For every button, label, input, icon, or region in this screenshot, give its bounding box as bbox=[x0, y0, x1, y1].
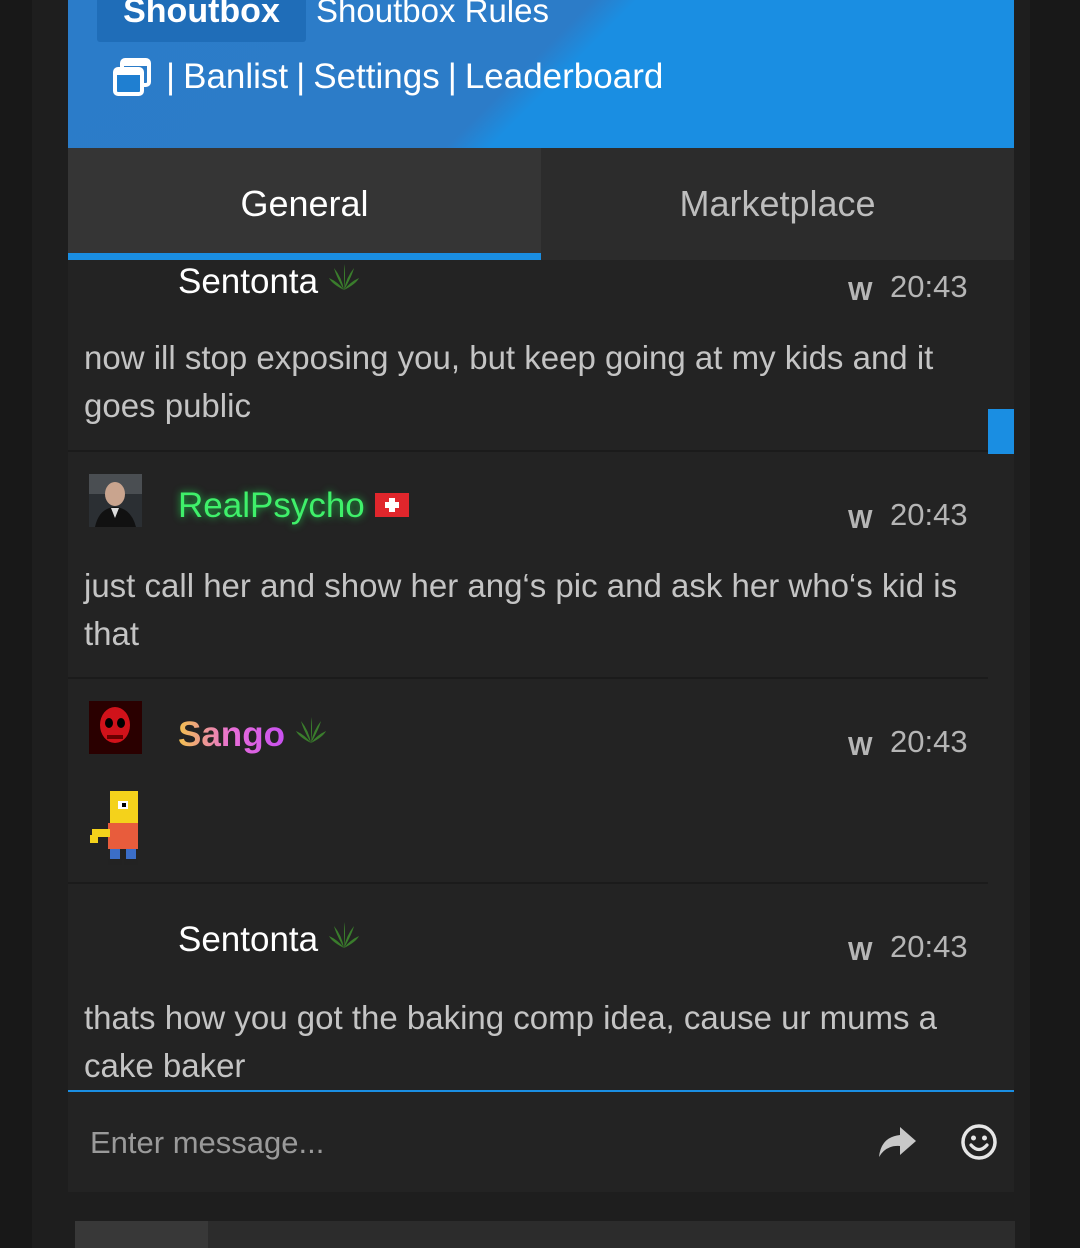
emoji-icon[interactable] bbox=[960, 1123, 998, 1161]
message-text: thats how you got the baking comp idea, … bbox=[84, 999, 937, 1084]
username-text: Sentonta bbox=[178, 919, 319, 959]
avatar[interactable] bbox=[89, 701, 142, 754]
message-input[interactable] bbox=[88, 1110, 852, 1176]
tab-general[interactable]: General bbox=[68, 148, 541, 260]
popout-window-icon[interactable] bbox=[112, 57, 152, 97]
message-text: just call her and show her ang‘s pic and… bbox=[84, 567, 958, 652]
banlist-link[interactable]: Banlist bbox=[183, 57, 288, 97]
username[interactable]: Sentonta bbox=[178, 260, 360, 303]
message-time: 20:43 bbox=[890, 724, 968, 759]
username-text: RealPsycho bbox=[178, 486, 365, 525]
bottom-toolbar bbox=[75, 1221, 1015, 1248]
whisper-button[interactable]: W bbox=[848, 504, 873, 535]
send-icon[interactable] bbox=[876, 1121, 918, 1163]
message-item: Sentonta W 20:43 now ill stop exposing y… bbox=[68, 260, 988, 452]
message-list[interactable]: Sentonta W 20:43 now ill stop exposing y… bbox=[68, 260, 1014, 1090]
message-item: Sango W 20:43 bbox=[68, 679, 988, 884]
shoutbox-rules-link[interactable]: Shoutbox Rules bbox=[316, 0, 549, 36]
link-separator: | bbox=[166, 57, 176, 96]
link-separator: | bbox=[447, 57, 457, 96]
message-input-bar bbox=[68, 1090, 1014, 1192]
channel-tabs: General Marketplace bbox=[68, 148, 1014, 260]
swiss-flag-icon bbox=[374, 486, 409, 526]
header-links: | Banlist | Settings | Leaderboard bbox=[112, 52, 663, 102]
whisper-button[interactable]: W bbox=[848, 936, 873, 967]
bottom-toolbar-segment[interactable] bbox=[75, 1221, 208, 1248]
leaf-icon bbox=[328, 918, 360, 961]
message-time: 20:43 bbox=[890, 929, 968, 964]
avatar[interactable] bbox=[89, 474, 142, 527]
shoutbox-brand-tab[interactable]: Shoutbox bbox=[97, 0, 306, 42]
bart-simpson-sticker bbox=[88, 789, 148, 865]
tab-marketplace[interactable]: Marketplace bbox=[541, 148, 1014, 260]
message-time: 20:43 bbox=[890, 497, 968, 532]
username[interactable]: Sentonta bbox=[178, 918, 360, 961]
message-time: 20:43 bbox=[890, 269, 968, 304]
shoutbox-header: Shoutbox Shoutbox Rules | Banlist | Sett… bbox=[68, 0, 1014, 148]
leaf-icon bbox=[328, 260, 360, 303]
shoutbox-panel: Shoutbox Shoutbox Rules | Banlist | Sett… bbox=[68, 0, 1014, 1192]
username-text: Sentonta bbox=[178, 261, 319, 301]
whisper-button[interactable]: W bbox=[848, 276, 873, 307]
scrollbar-thumb[interactable] bbox=[988, 409, 1014, 454]
link-separator: | bbox=[296, 57, 306, 96]
username[interactable]: RealPsycho bbox=[178, 486, 409, 526]
username[interactable]: Sango bbox=[178, 713, 327, 756]
leaderboard-link[interactable]: Leaderboard bbox=[465, 57, 664, 97]
leaf-icon bbox=[295, 713, 327, 756]
message-text: now ill stop exposing you, but keep goin… bbox=[84, 339, 934, 424]
settings-link[interactable]: Settings bbox=[313, 57, 439, 97]
username-text: Sango bbox=[178, 714, 285, 754]
message-item: RealPsycho W 20:43 just call her and sho… bbox=[68, 452, 988, 679]
message-item: Sentonta W 20:43 thats how you got the b… bbox=[68, 884, 988, 1090]
whisper-button[interactable]: W bbox=[848, 731, 873, 762]
